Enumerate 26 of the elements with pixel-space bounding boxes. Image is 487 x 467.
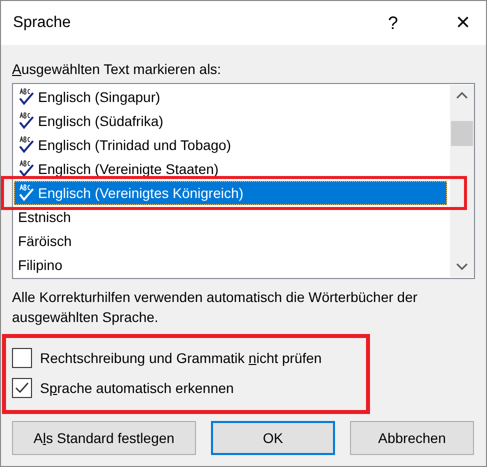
language-list[interactable]: Englisch (Singapur) Englisch (Südafrika) Englisch (Trinidad und Tobago) Englisch (Vereinigte Staaten) Englisch (Vereinigtes Königreich) Estnisch Färöisch Filipino [12, 83, 475, 279]
language-item[interactable]: Englisch (Vereinigtes Königreich) [14, 181, 447, 205]
language-item[interactable]: Färöisch [14, 229, 447, 253]
checkbox[interactable] [12, 348, 32, 368]
checkbox-label[interactable]: Sprache automatisch erkennen [40, 378, 234, 398]
language-item[interactable]: Estnisch [14, 205, 447, 229]
checkmark-icon [15, 382, 29, 394]
info-text: Alle Korrekturhilfen verwenden automatisch die Wörterbücher der ausgewählten Sprache. [12, 288, 418, 327]
scroll-down-icon[interactable] [456, 263, 468, 271]
language-item[interactable]: Englisch (Trinidad und Tobago) [14, 133, 447, 157]
dialog-button[interactable]: OK [211, 421, 335, 455]
language-item[interactable]: Filipino [14, 253, 447, 277]
scrollbar[interactable] [450, 85, 474, 277]
scroll-up-icon[interactable] [456, 91, 468, 99]
language-item[interactable]: Englisch (Singapur) [14, 85, 447, 109]
language-item[interactable]: Englisch (Vereinigte Staaten) [14, 157, 447, 181]
dialog-button[interactable]: Abbrechen [350, 421, 474, 455]
dialog-button[interactable]: Als Standard festlegen [12, 421, 196, 455]
help-button[interactable]: ? [370, 1, 416, 45]
scroll-thumb[interactable] [451, 121, 473, 146]
checkbox[interactable] [12, 378, 32, 398]
list-label: Ausgewählten Text markieren als: [12, 60, 222, 79]
window-title: Sprache [13, 13, 72, 34]
close-button[interactable]: × [440, 1, 486, 45]
language-item[interactable]: Englisch (Südafrika) [14, 109, 447, 133]
checkbox-label[interactable]: Rechtschreibung und Grammatik nicht prüfen [40, 348, 322, 368]
